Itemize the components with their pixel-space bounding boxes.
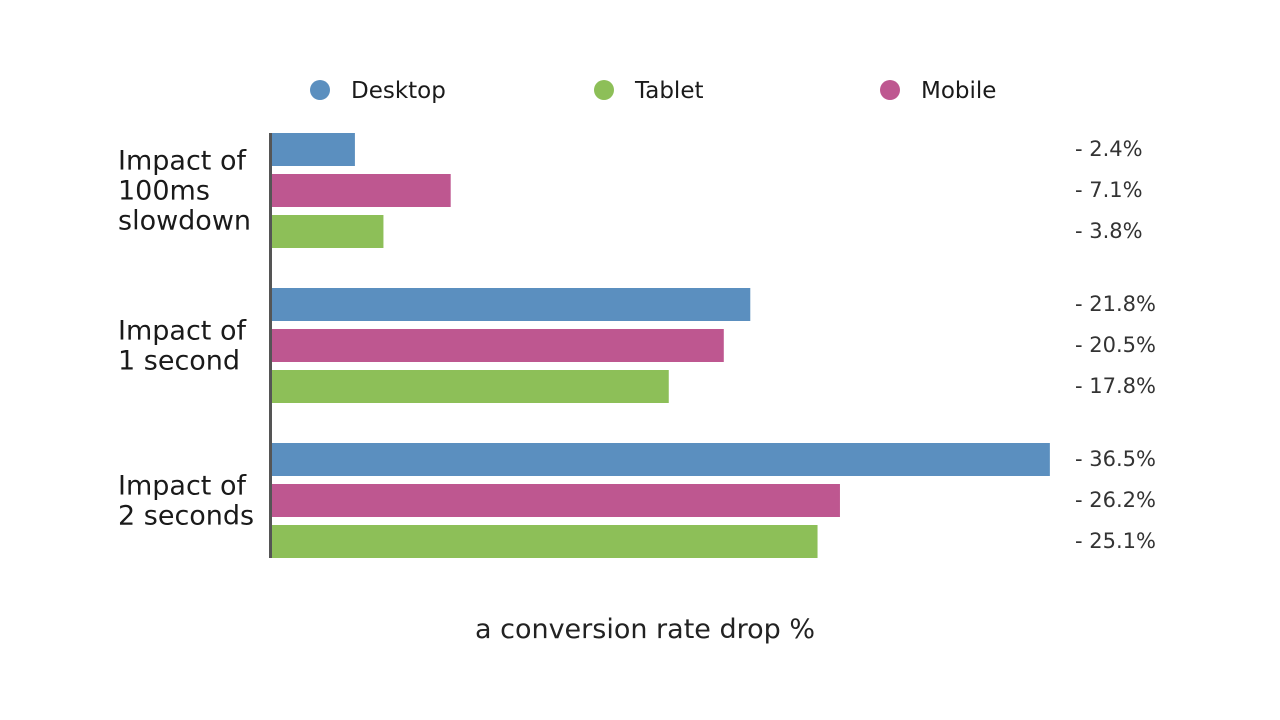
category-label-1: Impact of 1 second [118, 316, 247, 377]
bar-tablet-1 [272, 370, 669, 403]
bar-mobile-0 [272, 174, 451, 207]
value-label-tablet-0: - 3.8% [1075, 219, 1143, 243]
category-label-line: Impact of [118, 316, 247, 347]
value-labels: - 2.4% - 7.1% - 3.8% - 21.8% - 20.5% - 17.8% -… [1075, 137, 1156, 553]
value-label-mobile-1: - 20.5% [1075, 333, 1156, 357]
value-label-tablet-1: - 17.8% [1075, 374, 1156, 398]
legend-label-desktop: Desktop [351, 78, 446, 104]
value-label-tablet-2: - 25.1% [1075, 529, 1156, 553]
category-label-2: Impact of 2 seconds [118, 471, 254, 532]
bar-desktop-1 [272, 288, 751, 321]
value-label-mobile-2: - 26.2% [1075, 488, 1156, 512]
category-labels: Impact of 100ms slowdownImpact of 1 secondI… [118, 146, 254, 532]
legend-label-mobile: Mobile [921, 78, 996, 104]
category-label-line: 1 second [118, 346, 240, 377]
value-label-mobile-0: - 7.1% [1075, 178, 1143, 202]
bar-desktop-0 [272, 133, 355, 166]
legend-label-tablet: Tablet [634, 78, 704, 104]
value-label-desktop-2: - 36.5% [1075, 447, 1156, 471]
category-label-line: slowdown [118, 206, 251, 237]
legend-marker-desktop [310, 80, 330, 100]
legend-marker-tablet [594, 80, 614, 100]
bar-desktop-2 [272, 443, 1050, 476]
category-label-line: 100ms [118, 176, 210, 207]
bar-mobile-2 [272, 484, 840, 517]
category-label-line: Impact of [118, 471, 247, 502]
bar-chart: Desktop Tablet Mobile Impact of 100ms slowdo… [118, 78, 1156, 645]
legend: Desktop Tablet Mobile [310, 78, 996, 104]
category-label-line: Impact of [118, 146, 247, 177]
value-label-desktop-0: - 2.4% [1075, 137, 1143, 161]
bar-mobile-1 [272, 329, 724, 362]
category-label-0: Impact of 100ms slowdown [118, 146, 251, 237]
bar-tablet-2 [272, 525, 818, 558]
legend-marker-mobile [880, 80, 900, 100]
x-axis-label: a conversion rate drop % [475, 614, 815, 645]
value-label-desktop-1: - 21.8% [1075, 292, 1156, 316]
bars [272, 133, 1050, 558]
category-label-line: 2 seconds [118, 501, 254, 532]
bar-tablet-0 [272, 215, 384, 248]
